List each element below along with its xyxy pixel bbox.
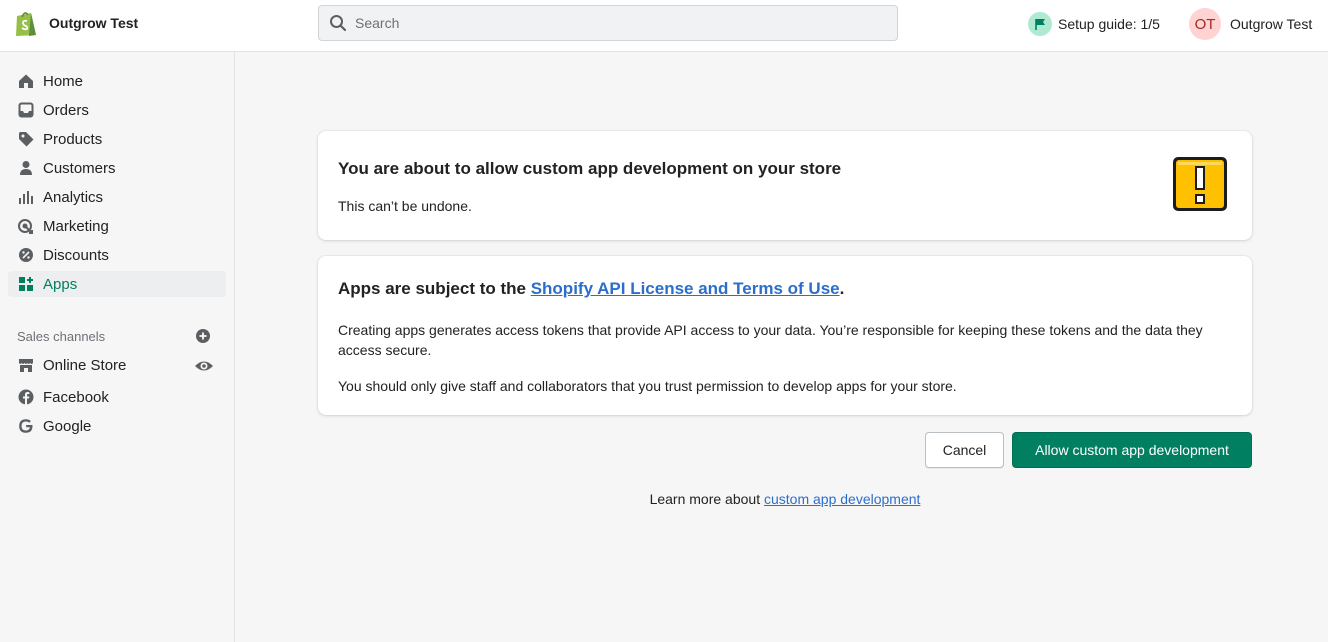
setup-guide-label: Setup guide: 1/5 bbox=[1058, 16, 1160, 32]
sidebar-item-home[interactable]: Home bbox=[8, 68, 226, 94]
sidebar-item-label: Marketing bbox=[43, 217, 109, 235]
user-menu[interactable]: OT Outgrow Test bbox=[1189, 8, 1312, 40]
tag-icon bbox=[16, 129, 36, 149]
sidebar-item-google[interactable]: Google bbox=[8, 413, 226, 439]
add-sales-channel-icon[interactable] bbox=[195, 328, 211, 344]
sidebar-item-discounts[interactable]: Discounts bbox=[8, 242, 226, 268]
staff-paragraph: You should only give staff and collabora… bbox=[338, 378, 957, 394]
custom-app-development-link[interactable]: custom app development bbox=[764, 491, 920, 507]
target-icon bbox=[16, 216, 36, 236]
person-icon bbox=[16, 158, 36, 178]
sidebar-item-label: Products bbox=[43, 130, 103, 148]
learn-more-prefix: Learn more about bbox=[649, 491, 764, 507]
google-icon bbox=[16, 416, 36, 436]
allow-custom-app-development-button[interactable]: Allow custom app development bbox=[1012, 432, 1252, 468]
sidebar-item-label: Analytics bbox=[43, 188, 104, 206]
eye-icon[interactable] bbox=[194, 356, 214, 376]
search-input[interactable] bbox=[355, 6, 875, 40]
sidebar: Home Orders Products Customers Analytics… bbox=[0, 52, 235, 642]
sidebar-item-label: Google bbox=[43, 417, 92, 435]
sidebar-item-facebook[interactable]: Facebook bbox=[8, 384, 226, 410]
sidebar-item-marketing[interactable]: Marketing bbox=[8, 213, 226, 239]
sidebar-item-label: Customers bbox=[43, 159, 116, 177]
sidebar-item-label: Apps bbox=[43, 275, 78, 293]
apps-icon bbox=[16, 274, 36, 294]
store-name[interactable]: Outgrow Test bbox=[49, 15, 138, 31]
sidebar-item-customers[interactable]: Customers bbox=[8, 155, 226, 181]
warning-card: You are about to allow custom app develo… bbox=[318, 131, 1252, 240]
terms-title: Apps are subject to the Shopify API Lice… bbox=[338, 279, 844, 299]
search-icon bbox=[329, 14, 347, 32]
orders-icon bbox=[16, 100, 36, 120]
sales-channels-title: Sales channels bbox=[17, 329, 106, 344]
api-license-link[interactable]: Shopify API License and Terms of Use bbox=[531, 279, 840, 298]
tokens-paragraph: Creating apps generates access tokens th… bbox=[338, 322, 1203, 358]
learn-more-text: Learn more about custom app development bbox=[318, 491, 1252, 507]
sidebar-item-products[interactable]: Products bbox=[8, 126, 226, 152]
flag-icon bbox=[1028, 12, 1052, 36]
avatar: OT bbox=[1189, 8, 1221, 40]
sidebar-item-label: Online Store bbox=[43, 356, 127, 374]
top-bar: Outgrow Test Setup guide: 1/5 OT Outgrow… bbox=[0, 0, 1328, 52]
sidebar-item-label: Home bbox=[43, 72, 84, 90]
sidebar-item-label: Discounts bbox=[43, 246, 109, 264]
terms-title-prefix: Apps are subject to the bbox=[338, 279, 531, 298]
sidebar-item-label: Orders bbox=[43, 101, 89, 119]
sidebar-item-label: Facebook bbox=[43, 388, 109, 406]
terms-card: Apps are subject to the Shopify API Lice… bbox=[318, 256, 1252, 415]
user-name: Outgrow Test bbox=[1230, 16, 1313, 32]
sidebar-item-apps[interactable]: Apps bbox=[8, 271, 226, 297]
search-bar[interactable] bbox=[318, 5, 898, 41]
bar-chart-icon bbox=[16, 187, 36, 207]
shopify-logo-icon[interactable] bbox=[13, 9, 39, 37]
exclamation-warning-icon bbox=[1171, 155, 1229, 213]
warning-body: This can’t be undone. bbox=[338, 198, 472, 214]
sidebar-item-analytics[interactable]: Analytics bbox=[8, 184, 226, 210]
cancel-button[interactable]: Cancel bbox=[925, 432, 1004, 468]
home-icon bbox=[16, 71, 36, 91]
discount-icon bbox=[16, 245, 36, 265]
warning-title: You are about to allow custom app develo… bbox=[338, 159, 842, 178]
store-icon bbox=[16, 355, 36, 375]
sidebar-item-orders[interactable]: Orders bbox=[8, 97, 226, 123]
terms-title-suffix: . bbox=[839, 279, 845, 298]
facebook-icon bbox=[16, 387, 36, 407]
setup-guide-button[interactable]: Setup guide: 1/5 bbox=[1028, 10, 1160, 38]
